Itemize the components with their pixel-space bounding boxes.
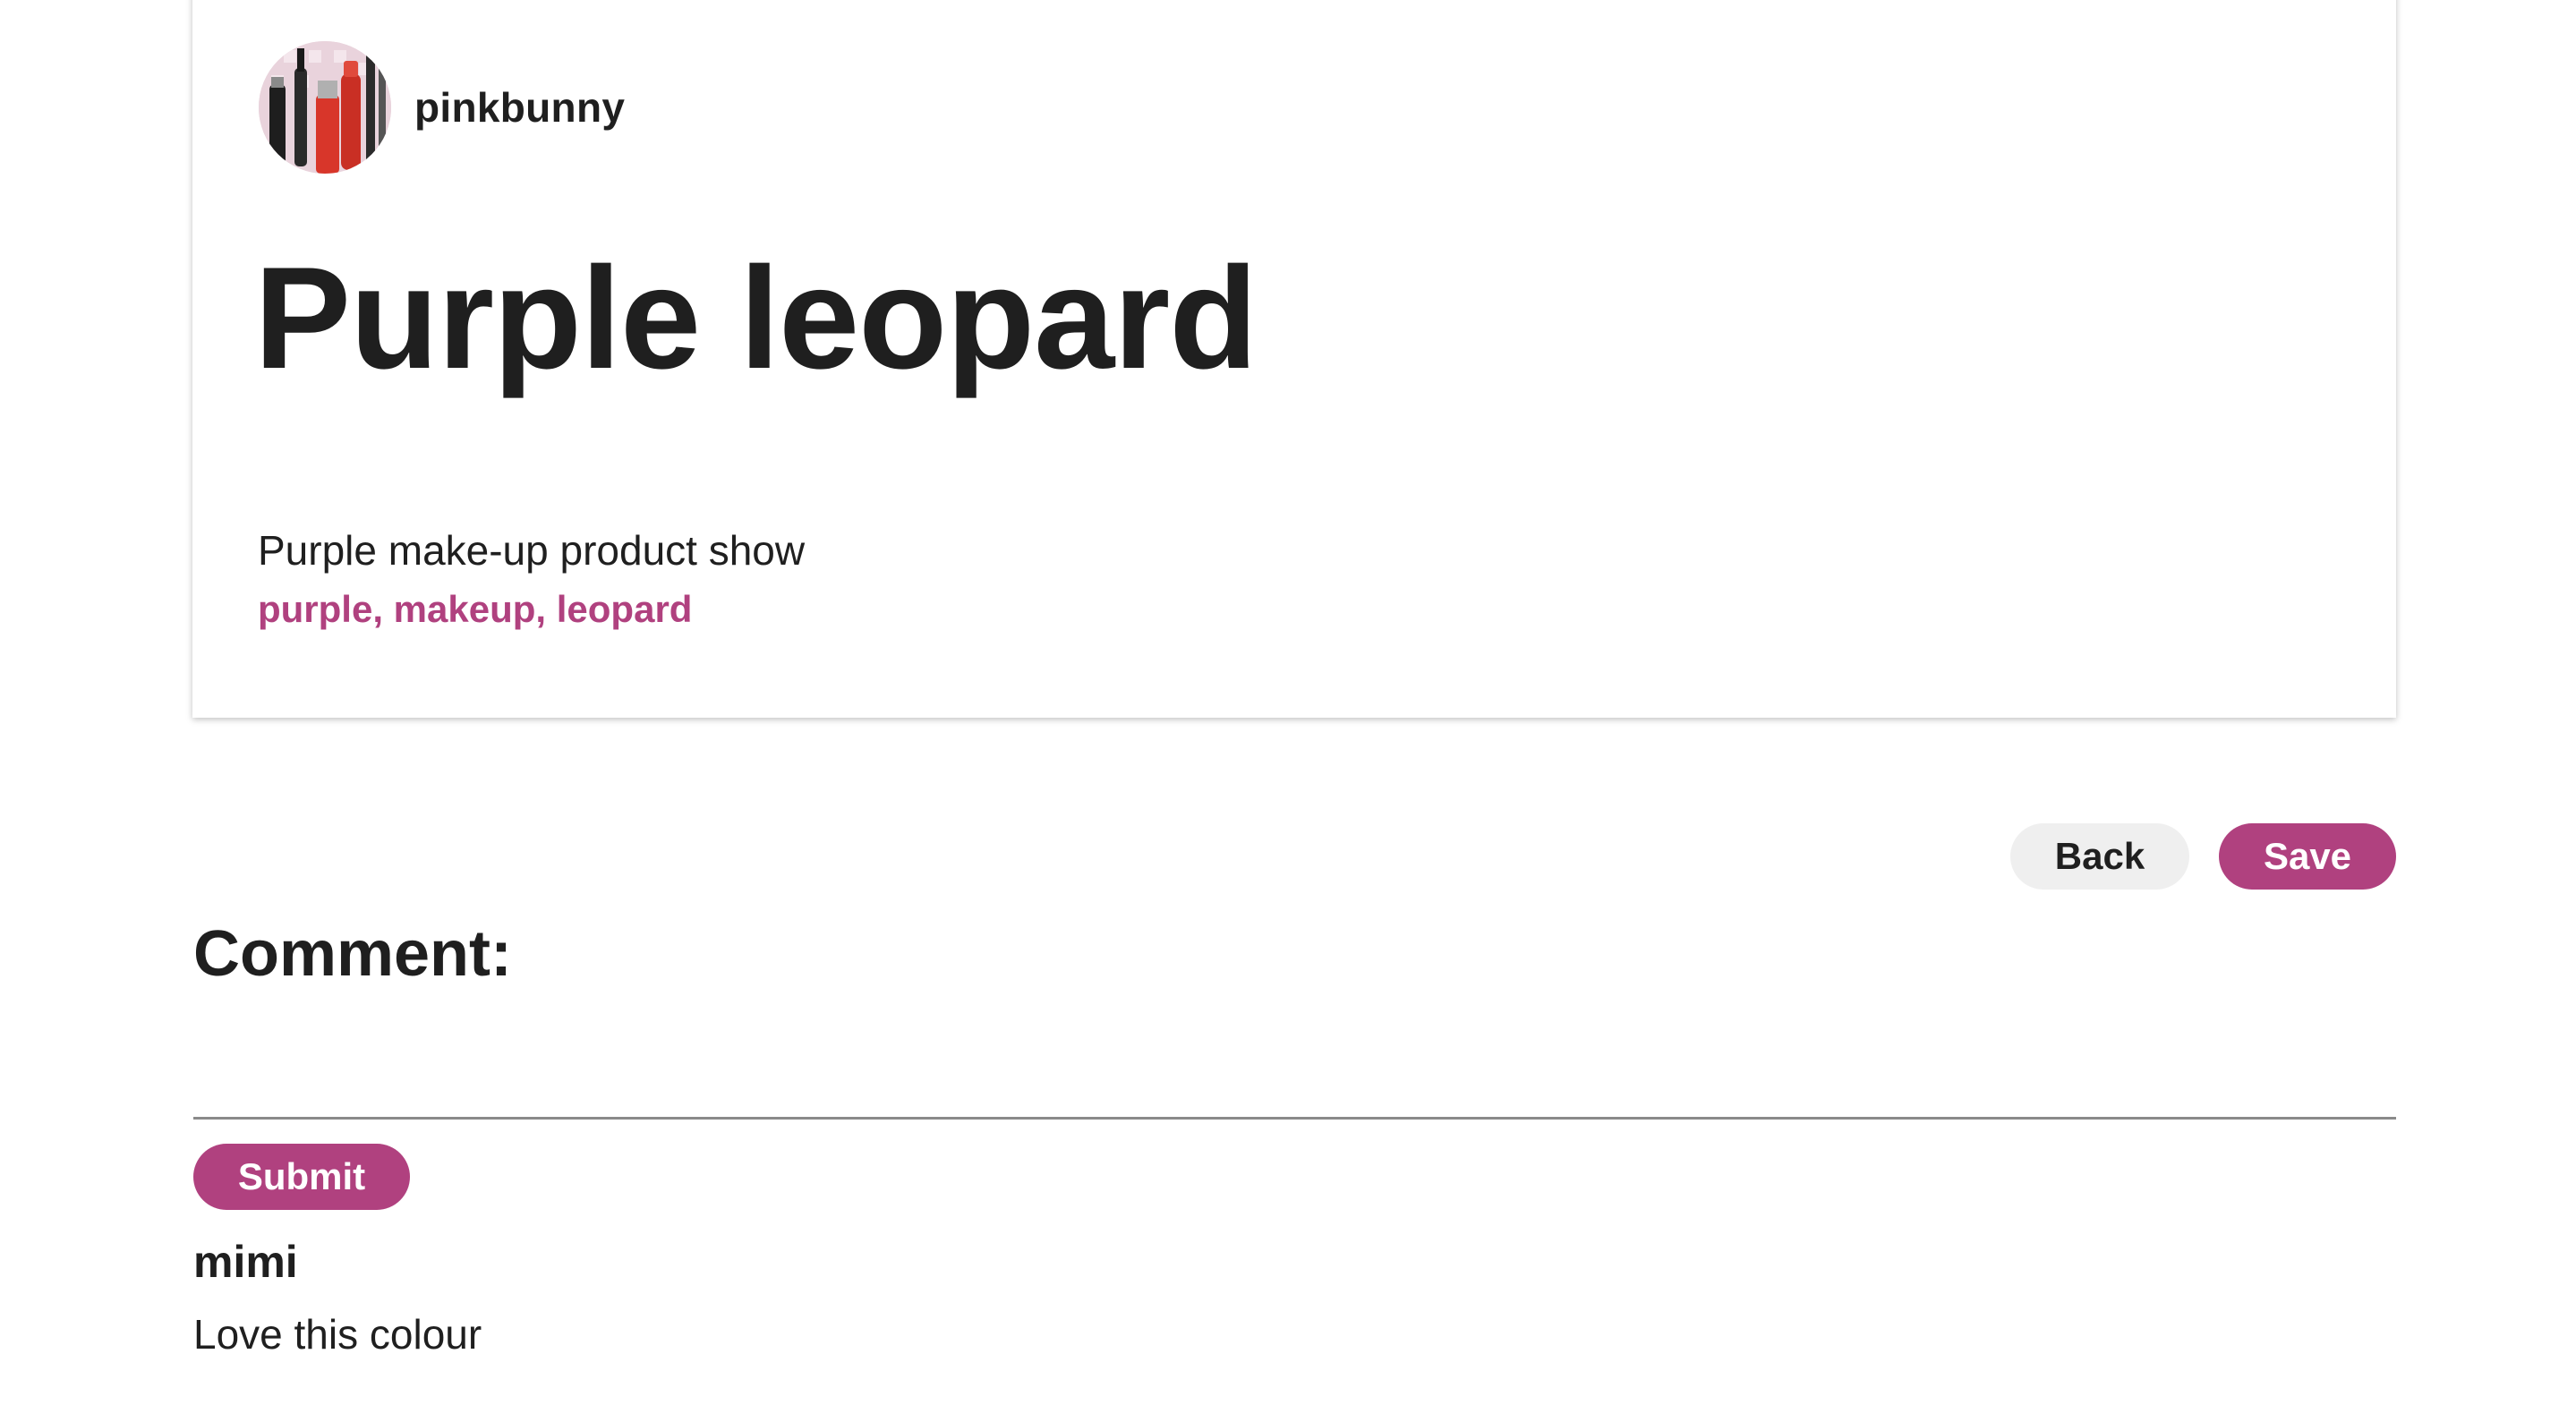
comment-heading: Comment:: [193, 918, 512, 990]
pin-description: Purple make-up product show: [258, 527, 806, 574]
makeup-product-avatar-icon: [259, 41, 391, 174]
back-button[interactable]: Back: [2010, 823, 2189, 890]
comment-author: mimi: [193, 1237, 298, 1287]
pin-card: pinkbunny Purple leopard Purple make-up …: [192, 0, 2396, 718]
pin-tags[interactable]: purple, makeup, leopard: [258, 588, 692, 630]
submit-comment-button[interactable]: Submit: [193, 1144, 410, 1210]
comment-input[interactable]: [193, 1056, 2396, 1120]
pin-title: Purple leopard: [254, 237, 1258, 399]
comment-text: Love this colour: [193, 1311, 482, 1358]
pin-author[interactable]: pinkbunny: [259, 41, 625, 174]
author-avatar[interactable]: [259, 41, 391, 174]
pin-detail-page: pinkbunny Purple leopard Purple make-up …: [0, 0, 2576, 1405]
save-button[interactable]: Save: [2219, 823, 2396, 890]
author-name[interactable]: pinkbunny: [414, 83, 625, 132]
